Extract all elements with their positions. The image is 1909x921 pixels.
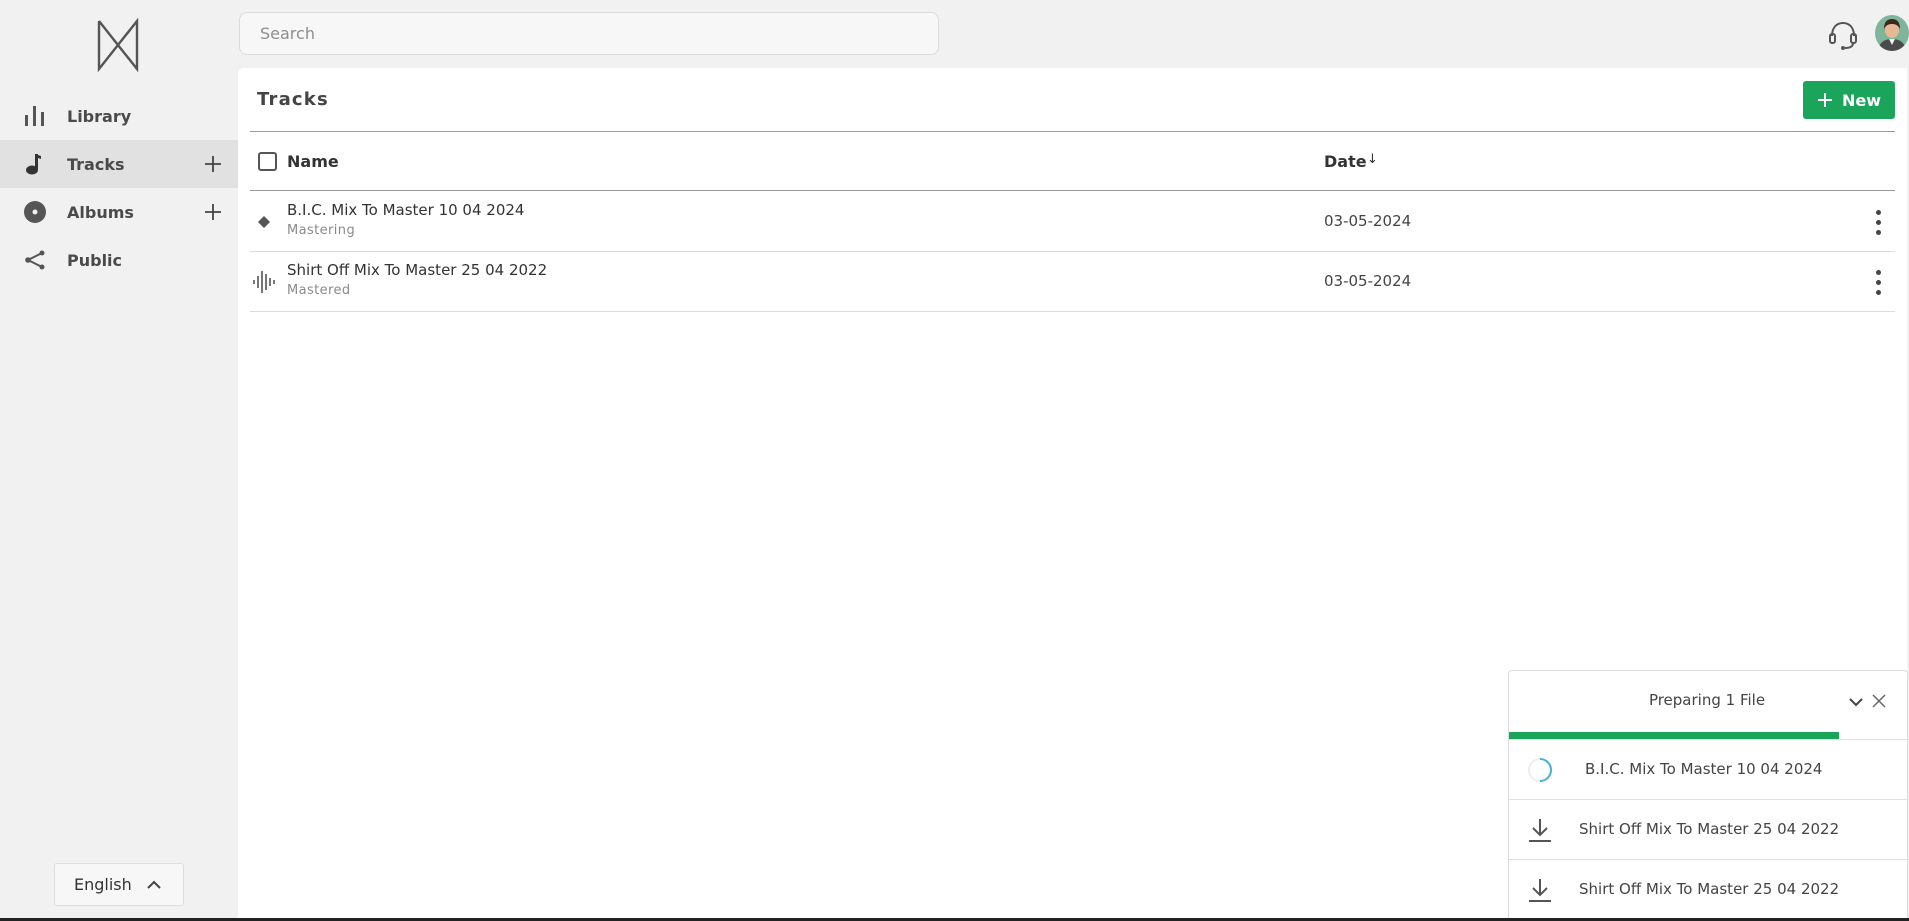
track-date: 03-05-2024 [1324,272,1412,290]
add-track-button[interactable] [202,153,224,175]
app-logo[interactable] [96,17,140,73]
new-button-label: New [1841,90,1882,110]
support-headset-icon[interactable] [1826,18,1860,52]
more-options-icon[interactable] [1870,267,1886,297]
download-item[interactable]: Shirt Off Mix To Master 25 04 2022 [1509,800,1907,860]
spinner-icon [1526,756,1554,784]
language-label: English [74,875,132,894]
download-progress-bar [1509,732,1907,739]
track-name[interactable]: B.I.C. Mix To Master 10 04 2024 [287,201,524,219]
user-avatar[interactable] [1875,15,1909,51]
search-input[interactable] [239,12,939,55]
download-icon [1526,816,1554,844]
sidebar-item-tracks[interactable]: Tracks [0,140,238,188]
bar-chart-icon [22,103,48,129]
chevron-down-icon[interactable] [1847,693,1865,711]
waveform-icon [252,270,276,294]
download-panel: Preparing 1 File B.I.C. Mix To Master 10… [1508,670,1908,921]
music-note-icon [22,151,48,177]
add-album-button[interactable] [202,201,224,223]
download-item-name: Shirt Off Mix To Master 25 04 2022 [1579,880,1840,898]
new-button[interactable]: New [1803,81,1895,119]
download-item-name: Shirt Off Mix To Master 25 04 2022 [1579,820,1840,838]
column-header-date[interactable]: Date [1324,152,1367,171]
download-icon [1526,876,1554,904]
track-status: Mastering [287,223,356,238]
sidebar-item-label: Tracks [67,154,125,174]
chevron-up-icon [146,877,162,893]
diamond-icon [252,210,276,234]
table-header: Name Date ↓ [250,132,1895,191]
download-item[interactable]: Shirt Off Mix To Master 25 04 2022 [1509,860,1907,920]
plus-icon [1817,93,1832,107]
sidebar-item-label: Public [67,250,123,270]
table-row[interactable]: Shirt Off Mix To Master 25 04 2022 Maste… [250,252,1895,312]
share-icon [22,247,48,273]
sidebar-item-label: Albums [67,202,134,222]
sidebar-item-library[interactable]: Library [0,92,238,140]
table-row[interactable]: B.I.C. Mix To Master 10 04 2024 Masterin… [250,192,1895,252]
sidebar-item-public[interactable]: Public [0,236,238,284]
page-title: Tracks [257,89,329,110]
download-progress-fill [1509,732,1840,739]
sidebar-item-albums[interactable]: Albums [0,188,238,236]
select-all-checkbox[interactable] [258,152,277,171]
sidebar-item-label: Library [67,106,132,126]
sidebar-nav: Library Tracks Albums Public [0,92,238,284]
track-status: Mastered [287,283,351,298]
column-header-name[interactable]: Name [287,152,339,171]
track-name[interactable]: Shirt Off Mix To Master 25 04 2022 [287,261,547,279]
close-icon[interactable] [1871,693,1887,709]
more-options-icon[interactable] [1870,207,1886,237]
download-panel-title: Preparing 1 File [1648,691,1766,709]
disc-icon [22,199,48,225]
sidebar: Library Tracks Albums Public English [0,0,238,921]
language-selector[interactable]: English [54,863,184,906]
download-item[interactable]: B.I.C. Mix To Master 10 04 2024 [1509,740,1907,800]
sort-desc-icon[interactable]: ↓ [1367,152,1378,167]
download-item-name: B.I.C. Mix To Master 10 04 2024 [1585,760,1823,778]
track-date: 03-05-2024 [1324,212,1412,230]
